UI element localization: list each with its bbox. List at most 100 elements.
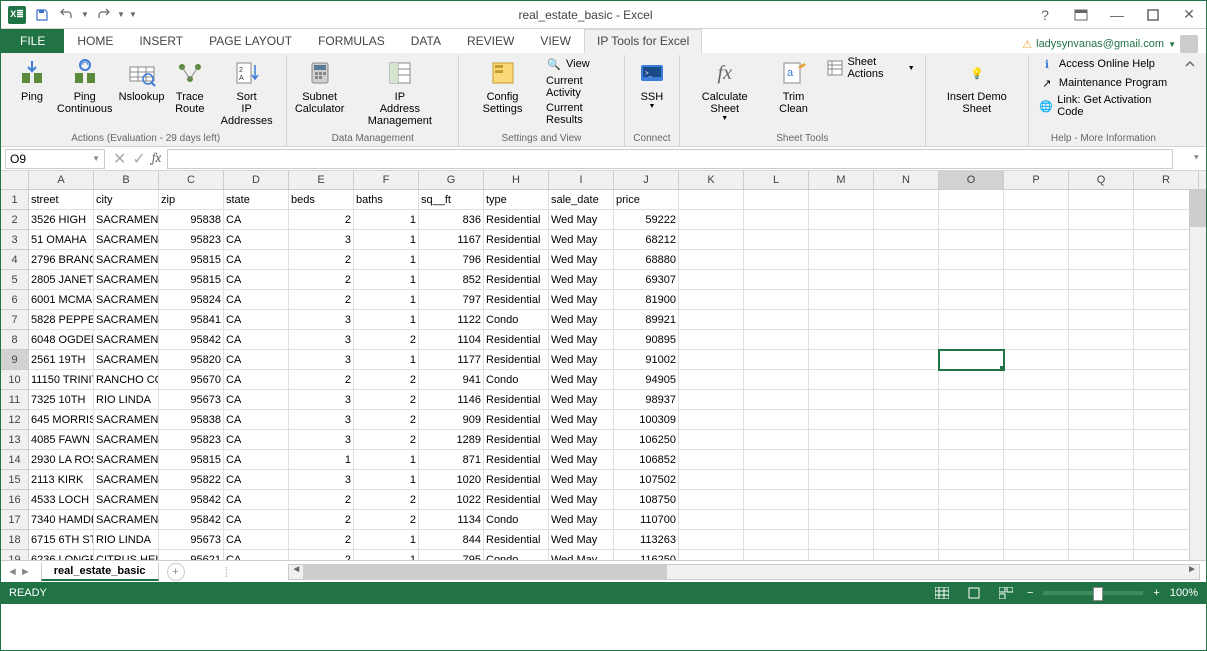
cell[interactable] bbox=[744, 290, 809, 310]
cell[interactable]: Condo bbox=[484, 310, 549, 330]
cell[interactable]: 3526 HIGH bbox=[29, 210, 94, 230]
cell[interactable]: CA bbox=[224, 350, 289, 370]
cell[interactable] bbox=[939, 410, 1004, 430]
cell[interactable]: Residential bbox=[484, 390, 549, 410]
cancel-formula-icon[interactable]: ✕ bbox=[113, 149, 126, 169]
cell[interactable]: 90895 bbox=[614, 330, 679, 350]
cell[interactable] bbox=[1069, 370, 1134, 390]
cell[interactable]: 2 bbox=[354, 490, 419, 510]
cell[interactable] bbox=[679, 210, 744, 230]
cell[interactable]: 106852 bbox=[614, 450, 679, 470]
cell[interactable]: Residential bbox=[484, 450, 549, 470]
column-header[interactable]: N bbox=[874, 171, 939, 189]
cell[interactable]: 1 bbox=[354, 530, 419, 550]
cell[interactable]: Wed May bbox=[549, 210, 614, 230]
cell[interactable]: CA bbox=[224, 390, 289, 410]
redo-icon[interactable] bbox=[91, 4, 115, 26]
cell[interactable]: 797 bbox=[419, 290, 484, 310]
cell[interactable]: 2113 KIRK bbox=[29, 470, 94, 490]
cell[interactable] bbox=[1069, 450, 1134, 470]
cell[interactable]: city bbox=[94, 190, 159, 210]
undo-icon[interactable] bbox=[55, 4, 79, 26]
prev-sheet-icon[interactable]: ◄ bbox=[7, 566, 18, 578]
cell[interactable] bbox=[809, 370, 874, 390]
cell[interactable] bbox=[1069, 430, 1134, 450]
cell[interactable] bbox=[874, 430, 939, 450]
cell[interactable] bbox=[874, 230, 939, 250]
cell[interactable]: 2 bbox=[289, 550, 354, 560]
cell[interactable] bbox=[939, 430, 1004, 450]
current-activity-button[interactable]: Current Activity bbox=[542, 74, 618, 100]
page-break-view-icon[interactable] bbox=[995, 584, 1017, 602]
collapse-ribbon-icon[interactable] bbox=[1178, 55, 1202, 146]
cell[interactable]: CA bbox=[224, 210, 289, 230]
cell[interactable]: SACRAMENTO bbox=[94, 350, 159, 370]
cell[interactable] bbox=[809, 430, 874, 450]
vertical-scrollbar[interactable] bbox=[1189, 190, 1206, 560]
row-header[interactable]: 2 bbox=[1, 210, 29, 230]
cell[interactable] bbox=[1069, 290, 1134, 310]
redo-dropdown-icon[interactable]: ▼ bbox=[116, 4, 126, 26]
cell[interactable] bbox=[1069, 190, 1134, 210]
cell[interactable]: 1 bbox=[354, 230, 419, 250]
row-header[interactable]: 4 bbox=[1, 250, 29, 270]
cell[interactable]: state bbox=[224, 190, 289, 210]
cell[interactable] bbox=[679, 370, 744, 390]
cell[interactable] bbox=[744, 410, 809, 430]
row-header[interactable]: 8 bbox=[1, 330, 29, 350]
cell[interactable] bbox=[744, 210, 809, 230]
cell[interactable]: CA bbox=[224, 450, 289, 470]
cell[interactable]: 95820 bbox=[159, 350, 224, 370]
online-help-button[interactable]: ℹAccess Online Help bbox=[1035, 55, 1172, 73]
cell[interactable]: 3 bbox=[289, 470, 354, 490]
cell[interactable] bbox=[1069, 230, 1134, 250]
cell[interactable] bbox=[1004, 270, 1069, 290]
cell[interactable]: 5828 PEPPERMILL bbox=[29, 310, 94, 330]
cell[interactable]: CA bbox=[224, 290, 289, 310]
cell[interactable]: 2561 19TH bbox=[29, 350, 94, 370]
cell[interactable]: 95673 bbox=[159, 390, 224, 410]
cell[interactable] bbox=[939, 530, 1004, 550]
cell[interactable]: 107502 bbox=[614, 470, 679, 490]
expand-formula-icon[interactable]: ⯆ bbox=[1193, 153, 1200, 164]
cell[interactable] bbox=[1069, 490, 1134, 510]
cell[interactable]: 1 bbox=[289, 450, 354, 470]
cell[interactable]: 4085 FAWN bbox=[29, 430, 94, 450]
fx-label-icon[interactable]: fx bbox=[152, 151, 162, 166]
column-header[interactable]: G bbox=[419, 171, 484, 189]
cell[interactable]: 113263 bbox=[614, 530, 679, 550]
cell[interactable]: 98937 bbox=[614, 390, 679, 410]
cell[interactable]: 95822 bbox=[159, 470, 224, 490]
cell[interactable] bbox=[679, 510, 744, 530]
row-header[interactable]: 16 bbox=[1, 490, 29, 510]
row-header[interactable]: 19 bbox=[1, 550, 29, 560]
cell[interactable]: SACRAMENTO bbox=[94, 330, 159, 350]
cell[interactable] bbox=[1004, 410, 1069, 430]
cell[interactable]: Residential bbox=[484, 250, 549, 270]
row-header[interactable]: 6 bbox=[1, 290, 29, 310]
cell[interactable] bbox=[1069, 350, 1134, 370]
cell[interactable]: 836 bbox=[419, 210, 484, 230]
column-header[interactable]: Q bbox=[1069, 171, 1134, 189]
cell[interactable] bbox=[939, 510, 1004, 530]
cell[interactable] bbox=[874, 290, 939, 310]
cell[interactable]: 95815 bbox=[159, 250, 224, 270]
formula-bar[interactable] bbox=[167, 149, 1172, 169]
cell[interactable]: 95823 bbox=[159, 430, 224, 450]
undo-dropdown-icon[interactable]: ▼ bbox=[80, 4, 90, 26]
cell[interactable]: 1 bbox=[354, 290, 419, 310]
cell[interactable]: Residential bbox=[484, 270, 549, 290]
add-sheet-icon[interactable]: + bbox=[167, 563, 185, 581]
row-header[interactable]: 12 bbox=[1, 410, 29, 430]
zoom-in-icon[interactable]: + bbox=[1153, 587, 1159, 599]
help-icon[interactable]: ? bbox=[1032, 5, 1058, 25]
cell[interactable] bbox=[1004, 470, 1069, 490]
cell[interactable] bbox=[874, 490, 939, 510]
cell[interactable] bbox=[744, 510, 809, 530]
cell[interactable]: Residential bbox=[484, 210, 549, 230]
cell[interactable] bbox=[809, 230, 874, 250]
cell[interactable] bbox=[874, 190, 939, 210]
cell[interactable] bbox=[679, 430, 744, 450]
cell[interactable]: RIO LINDA bbox=[94, 530, 159, 550]
cell[interactable]: 645 MORRISON bbox=[29, 410, 94, 430]
